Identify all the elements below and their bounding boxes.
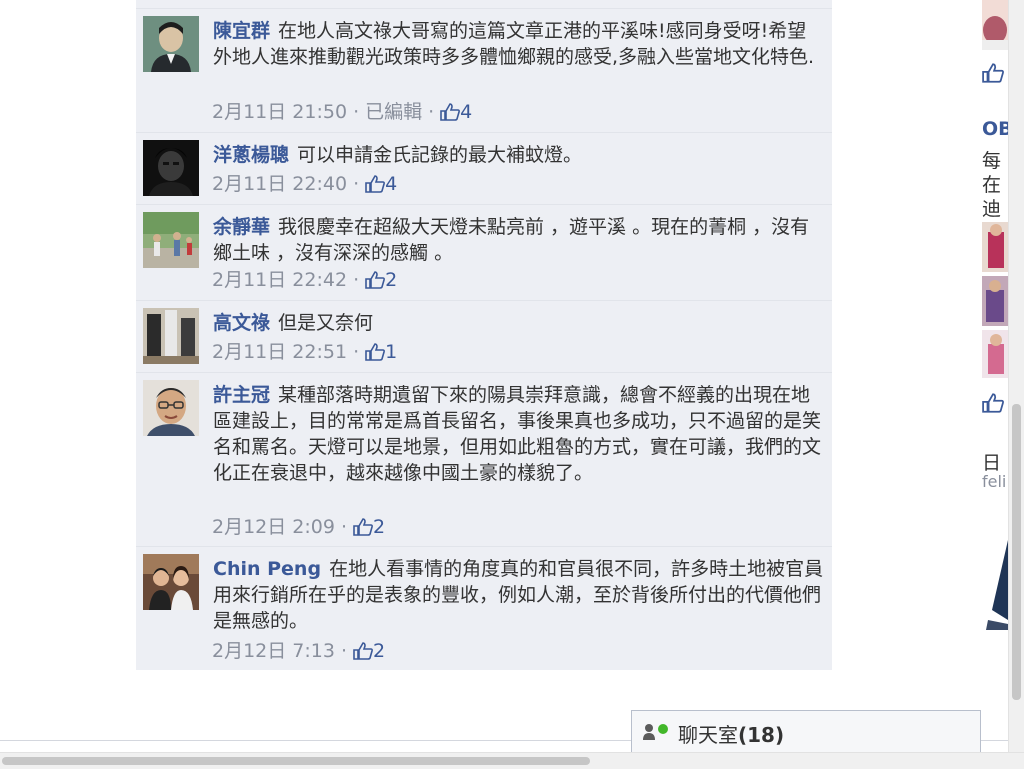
comment-item: Chin Peng 在地人看事情的角度真的和官員很不同，許多時土地被官員用來行銷所… bbox=[136, 546, 832, 670]
comment-author[interactable]: Chin Peng bbox=[213, 558, 321, 580]
comment-text: 但是又奈何 bbox=[278, 312, 374, 334]
edited-label[interactable]: 已編輯 bbox=[365, 101, 422, 123]
vertical-scrollbar-thumb[interactable] bbox=[1012, 404, 1021, 700]
avatar[interactable] bbox=[143, 380, 199, 436]
like-count[interactable]: 4 bbox=[385, 173, 397, 195]
comment-timestamp[interactable]: 2月11日 22:42 bbox=[212, 269, 347, 291]
comment-meta: 2月12日 2:09 · 2 bbox=[212, 515, 385, 542]
right-sidebar: OB 每 在 迪 日 feli bbox=[982, 0, 1008, 740]
comment-timestamp[interactable]: 2月12日 2:09 bbox=[212, 516, 335, 538]
comment-timestamp[interactable]: 2月11日 22:40 bbox=[212, 173, 347, 195]
sidebar-ad-image[interactable] bbox=[982, 276, 1008, 326]
comment-timestamp[interactable]: 2月11日 21:50 bbox=[212, 101, 347, 123]
comment-author[interactable]: 許主冠 bbox=[213, 384, 270, 406]
sidebar-ad-text: 迪 bbox=[982, 198, 1002, 220]
like-count[interactable]: 2 bbox=[385, 269, 397, 291]
comment-timestamp[interactable]: 2月11日 22:51 bbox=[212, 341, 347, 363]
thumbs-up-icon[interactable] bbox=[440, 103, 461, 127]
comment-item: 洋蔥楊聰 可以申請金氏記錄的最大補蚊燈。 2月11日 22:40 · 4 bbox=[136, 132, 832, 205]
sidebar-ad-text: 在 bbox=[982, 174, 1002, 196]
comment-text: 在地人高文祿大哥寫的這篇文章正港的平溪味!感同身受呀!希望外地人進來推動觀光政策… bbox=[213, 20, 815, 68]
horizontal-scrollbar[interactable] bbox=[0, 752, 1024, 769]
comment-author[interactable]: 余靜華 bbox=[213, 216, 270, 238]
sidebar-ad-image[interactable] bbox=[982, 540, 1008, 630]
chat-title: 聊天室 bbox=[678, 723, 738, 747]
sidebar-ad-image[interactable] bbox=[982, 222, 1008, 272]
comment-meta: 2月11日 21:50 · 已編輯 · 4 bbox=[212, 100, 472, 127]
comment-item: 余靜華 我很慶幸在超級大天燈未點亮前 ，遊平溪 。現在的菁桐 ，沒有鄉土味 ，沒有… bbox=[136, 204, 832, 301]
avatar[interactable] bbox=[143, 212, 199, 268]
thumbs-up-icon[interactable] bbox=[353, 642, 373, 666]
comment-text: 我很慶幸在超級大天燈未點亮前 ，遊平溪 。現在的菁桐 ，沒有鄉土味 ，沒有深深的… bbox=[213, 216, 810, 264]
like-count[interactable]: 1 bbox=[385, 341, 397, 363]
chat-online-count: (18) bbox=[738, 723, 785, 747]
avatar[interactable] bbox=[143, 554, 199, 610]
comment-author[interactable]: 高文祿 bbox=[213, 312, 270, 334]
thumbs-up-icon[interactable] bbox=[365, 175, 386, 199]
comment-text: 某種部落時期遺留下來的陽具崇拜意識，總會不經義的出現在地區建設上，目的常常是爲首… bbox=[213, 384, 822, 484]
thumbs-up-icon[interactable] bbox=[365, 343, 386, 367]
vertical-scrollbar[interactable] bbox=[1008, 0, 1024, 752]
sidebar-ad-image[interactable] bbox=[982, 0, 1008, 50]
avatar[interactable] bbox=[143, 16, 199, 72]
avatar[interactable] bbox=[143, 308, 199, 364]
comment-meta: 2月11日 22:40 · 4 bbox=[212, 172, 397, 199]
online-friends-icon bbox=[642, 723, 670, 745]
comment-meta: 2月12日 7:13 · 2 bbox=[212, 639, 385, 666]
sidebar-ad-image[interactable] bbox=[982, 330, 1008, 378]
avatar[interactable] bbox=[143, 140, 199, 196]
like-count[interactable]: 2 bbox=[373, 516, 385, 538]
sidebar-ad-subtitle: feli bbox=[982, 472, 1007, 491]
comment-item: 高文祿 但是又奈何 2月11日 22:51 · 1 bbox=[136, 300, 832, 373]
sidebar-ad-title[interactable]: OB bbox=[982, 118, 1008, 140]
thumbs-up-icon[interactable] bbox=[353, 518, 373, 542]
comment-meta: 2月11日 22:51 · 1 bbox=[212, 340, 397, 367]
horizontal-scrollbar-thumb[interactable] bbox=[2, 757, 590, 765]
comment-item: 許主冠 某種部落時期遺留下來的陽具崇拜意識，總會不經義的出現在地區建設上，目的常常… bbox=[136, 372, 832, 547]
comment-item: 陳宜群 在地人高文祿大哥寫的這篇文章正港的平溪味!感同身受呀!希望外地人進來推動觀… bbox=[136, 8, 832, 133]
thumbs-up-icon[interactable] bbox=[982, 62, 1008, 84]
sidebar-ad-text: 每 bbox=[982, 150, 1002, 172]
sidebar-ad-title[interactable]: 日 bbox=[982, 448, 1001, 475]
comment-author[interactable]: 陳宜群 bbox=[213, 20, 270, 42]
chat-bar[interactable]: 聊天室(18) bbox=[631, 710, 981, 752]
thumbs-up-icon[interactable] bbox=[365, 271, 386, 295]
comment-list: 陳宜群 在地人高文祿大哥寫的這篇文章正港的平溪味!感同身受呀!希望外地人進來推動觀… bbox=[136, 0, 832, 670]
thumbs-up-icon[interactable] bbox=[982, 392, 1008, 414]
comment-text: 可以申請金氏記錄的最大補蚊燈。 bbox=[297, 144, 583, 166]
comment-author[interactable]: 洋蔥楊聰 bbox=[213, 144, 289, 166]
like-count[interactable]: 4 bbox=[460, 101, 472, 123]
comment-meta: 2月11日 22:42 · 2 bbox=[212, 268, 397, 295]
comment-timestamp[interactable]: 2月12日 7:13 bbox=[212, 640, 335, 662]
like-count[interactable]: 2 bbox=[373, 640, 385, 662]
chat-label[interactable]: 聊天室(18) bbox=[678, 719, 784, 748]
